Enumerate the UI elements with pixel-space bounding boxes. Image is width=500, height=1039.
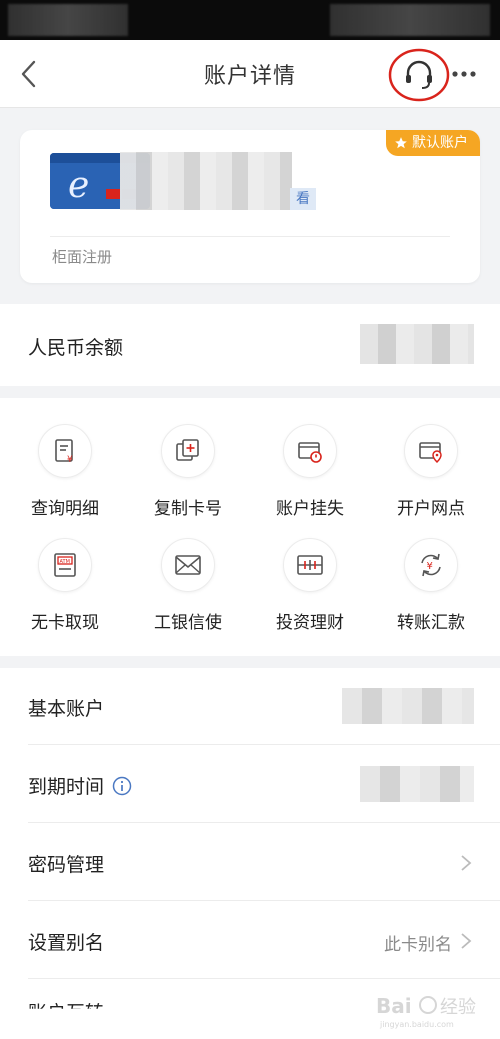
svg-text:¥: ¥ bbox=[67, 455, 73, 464]
registration-type: 柜面注册 bbox=[52, 248, 113, 266]
function-label: 转账汇款 bbox=[397, 613, 465, 633]
function-label: 投资理财 bbox=[276, 613, 344, 633]
more-dots-icon bbox=[452, 71, 476, 77]
star-icon bbox=[395, 137, 407, 149]
function-grid: ¥ 查询明细 复制卡号 账户挂失 开户网点 ATM 无卡取现 工银信使 投资理财… bbox=[0, 398, 500, 656]
balance-row: 人民币余额 bbox=[0, 304, 500, 386]
investment-icon bbox=[283, 538, 337, 592]
expiry-label: 到期时间 bbox=[28, 776, 105, 798]
function-investment[interactable]: 投资理财 bbox=[255, 512, 365, 633]
info-icon[interactable] bbox=[112, 776, 132, 796]
status-bar bbox=[0, 0, 500, 40]
balance-label: 人民币余额 bbox=[28, 337, 124, 359]
highlight-circle bbox=[388, 48, 450, 102]
function-query-details[interactable]: ¥ 查询明细 bbox=[10, 398, 120, 519]
function-icbc-messenger[interactable]: 工银信使 bbox=[133, 512, 243, 633]
headset-icon bbox=[406, 60, 432, 89]
account-card[interactable]: 默认账户 e 看 柜面注册 bbox=[20, 130, 480, 283]
atm-icon: ATM bbox=[38, 538, 92, 592]
list-item-partial: 账户互转 bbox=[28, 1002, 105, 1024]
more-button[interactable] bbox=[450, 60, 480, 88]
function-transfer[interactable]: ¥ 转账汇款 bbox=[376, 512, 486, 633]
copy-card-icon bbox=[161, 424, 215, 478]
branch-location-icon bbox=[404, 424, 458, 478]
chevron-right-icon bbox=[461, 933, 472, 949]
svg-text:e: e bbox=[68, 165, 89, 206]
chevron-right-icon bbox=[461, 855, 472, 871]
alias-value: 此卡别名 bbox=[384, 935, 452, 955]
nav-bar: 账户详情 bbox=[0, 40, 500, 108]
expiry-value-masked bbox=[360, 766, 474, 802]
account-settings-list: 基本账户 到期时间 密码管理 设置别名 此卡别名 账户互转 Bai 经验 jin… bbox=[0, 668, 500, 1039]
basic-account-value-masked bbox=[342, 688, 474, 724]
svg-text:¥: ¥ bbox=[427, 561, 433, 572]
statement-icon: ¥ bbox=[38, 424, 92, 478]
svg-text:经验: 经验 bbox=[440, 997, 476, 1018]
function-label: 无卡取现 bbox=[31, 613, 99, 633]
report-loss-icon bbox=[283, 424, 337, 478]
list-item-password-management[interactable]: 密码管理 bbox=[28, 824, 500, 901]
function-label: 工银信使 bbox=[154, 613, 222, 633]
view-card-number-link[interactable]: 看 bbox=[290, 188, 316, 210]
envelope-icon bbox=[161, 538, 215, 592]
default-account-label: 默认账户 bbox=[412, 135, 468, 151]
list-item-expiry: 到期时间 bbox=[28, 746, 500, 823]
list-item-set-alias[interactable]: 设置别名 此卡别名 bbox=[28, 902, 500, 979]
set-alias-label: 设置别名 bbox=[28, 932, 105, 954]
transfer-icon: ¥ bbox=[404, 538, 458, 592]
svg-text:ATM: ATM bbox=[60, 559, 70, 565]
password-management-label: 密码管理 bbox=[28, 854, 105, 876]
svg-text:jingyan.baidu.com: jingyan.baidu.com bbox=[379, 1020, 454, 1029]
function-report-loss[interactable]: 账户挂失 bbox=[255, 398, 365, 519]
customer-service-button[interactable] bbox=[388, 48, 450, 102]
expiry-label-group: 到期时间 bbox=[28, 772, 132, 799]
balance-value-masked bbox=[360, 324, 474, 364]
function-copy-card-number[interactable]: 复制卡号 bbox=[133, 398, 243, 519]
function-branch-location[interactable]: 开户网点 bbox=[376, 398, 486, 519]
svg-text:Bai: Bai bbox=[376, 994, 412, 1018]
card-divider bbox=[50, 236, 450, 237]
function-cardless-withdrawal[interactable]: ATM 无卡取现 bbox=[10, 512, 120, 633]
basic-account-label: 基本账户 bbox=[28, 698, 105, 720]
card-number-masked bbox=[120, 152, 292, 210]
status-bar-blurred-left bbox=[8, 4, 128, 36]
default-account-badge: 默认账户 bbox=[386, 130, 480, 156]
status-bar-blurred-right bbox=[330, 4, 490, 36]
list-item-basic-account: 基本账户 bbox=[28, 668, 500, 745]
baidu-watermark-logo: Bai 经验 jingyan.baidu.com bbox=[376, 994, 476, 1029]
